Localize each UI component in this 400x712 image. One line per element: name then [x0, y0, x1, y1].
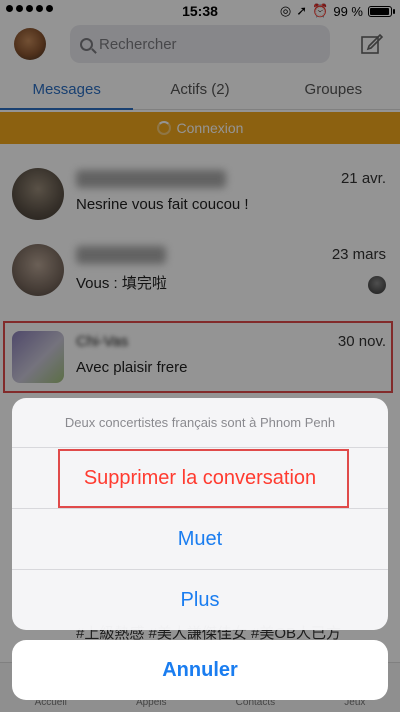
more-button[interactable]: Plus: [12, 570, 388, 630]
highlight-box: [58, 449, 349, 508]
action-sheet-title: Deux concertistes français sont à Phnom …: [12, 398, 388, 448]
action-sheet: Deux concertistes français sont à Phnom …: [12, 398, 388, 630]
mute-button[interactable]: Muet: [12, 509, 388, 570]
cancel-button[interactable]: Annuler: [12, 640, 388, 700]
